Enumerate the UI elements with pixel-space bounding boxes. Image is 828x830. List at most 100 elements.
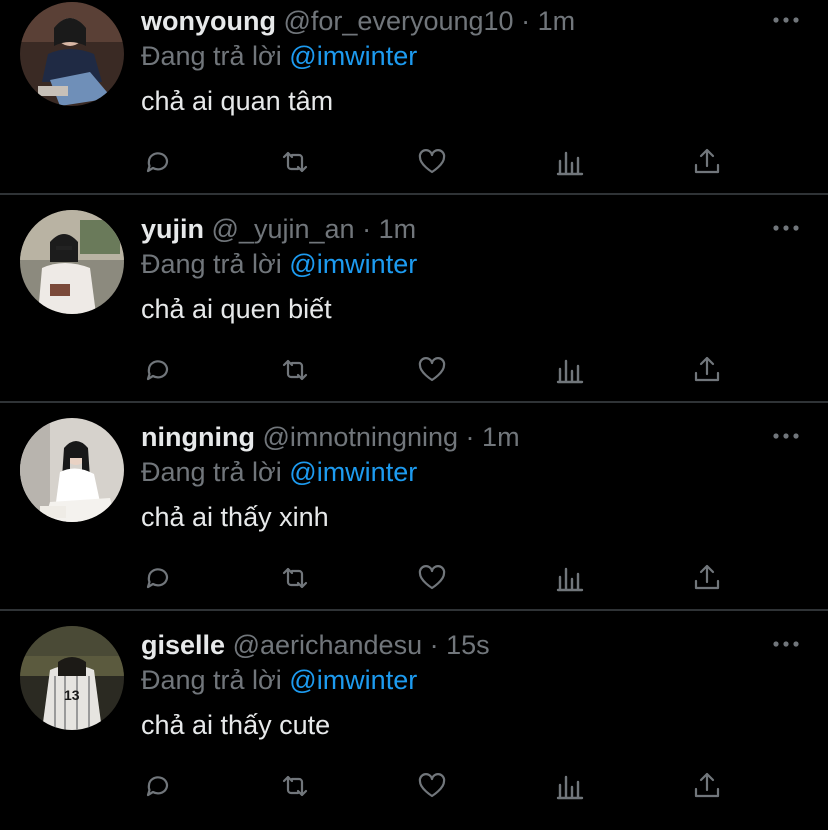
replying-to: Đang trả lời @imwinter bbox=[141, 455, 417, 489]
like-button[interactable] bbox=[415, 561, 449, 595]
like-icon bbox=[418, 565, 446, 590]
retweet-button[interactable] bbox=[278, 353, 312, 387]
retweet-icon bbox=[282, 567, 308, 589]
replying-to: Đang trả lời @imwinter bbox=[141, 247, 417, 281]
svg-text:13: 13 bbox=[64, 687, 80, 703]
action-bar bbox=[141, 145, 741, 179]
share-button[interactable] bbox=[690, 769, 724, 803]
action-bar bbox=[141, 769, 741, 803]
display-name[interactable]: giselle bbox=[141, 630, 225, 660]
analytics-icon bbox=[556, 359, 584, 384]
action-bar bbox=[141, 561, 741, 595]
handle[interactable]: @aerichandesu bbox=[233, 630, 423, 660]
replying-prefix: Đang trả lời bbox=[141, 457, 282, 487]
analytics-icon bbox=[556, 151, 584, 176]
reply-button[interactable] bbox=[141, 353, 175, 387]
like-button[interactable] bbox=[415, 145, 449, 179]
handle[interactable]: @_yujin_an bbox=[212, 214, 355, 244]
divider bbox=[0, 609, 828, 611]
share-button[interactable] bbox=[690, 353, 724, 387]
timestamp[interactable]: 15s bbox=[446, 630, 490, 660]
more-options-icon[interactable] bbox=[772, 428, 800, 444]
tweet-header: ningning @imnotningning · 1m bbox=[141, 420, 520, 454]
handle[interactable]: @for_everyoung10 bbox=[284, 6, 514, 36]
avatar[interactable]: 13 bbox=[20, 626, 124, 730]
tweet-text: chả ai thấy xinh bbox=[141, 502, 329, 532]
action-bar bbox=[141, 353, 741, 387]
like-icon bbox=[418, 773, 446, 798]
tweet[interactable]: yujin @_yujin_an · 1m Đang trả lời @imwi… bbox=[0, 208, 828, 414]
like-button[interactable] bbox=[415, 769, 449, 803]
analytics-button[interactable] bbox=[553, 561, 587, 595]
retweet-button[interactable] bbox=[278, 145, 312, 179]
tweet[interactable]: wonyoung @for_everyoung10 · 1m Đang trả … bbox=[0, 0, 828, 206]
reply-icon bbox=[146, 776, 169, 797]
share-button[interactable] bbox=[690, 561, 724, 595]
divider bbox=[0, 401, 828, 403]
avatar-photo bbox=[20, 2, 124, 106]
tweet-header: wonyoung @for_everyoung10 · 1m bbox=[141, 4, 575, 38]
more-options-icon[interactable] bbox=[772, 636, 800, 652]
replying-to: Đang trả lời @imwinter bbox=[141, 663, 417, 697]
separator: · bbox=[465, 422, 475, 452]
reply-icon bbox=[146, 360, 169, 381]
share-icon bbox=[694, 148, 720, 174]
replying-prefix: Đang trả lời bbox=[141, 249, 282, 279]
mention-link[interactable]: @imwinter bbox=[289, 249, 417, 279]
more-options-icon[interactable] bbox=[772, 12, 800, 28]
avatar-photo bbox=[20, 418, 124, 522]
analytics-button[interactable] bbox=[553, 145, 587, 179]
timestamp[interactable]: 1m bbox=[482, 422, 520, 452]
analytics-icon bbox=[556, 567, 584, 592]
analytics-button[interactable] bbox=[553, 769, 587, 803]
mention-link[interactable]: @imwinter bbox=[289, 41, 417, 71]
handle[interactable]: @imnotningning bbox=[262, 422, 458, 452]
tweet-text: chả ai quan tâm bbox=[141, 86, 334, 116]
timestamp[interactable]: 1m bbox=[538, 6, 576, 36]
share-icon bbox=[694, 772, 720, 798]
replying-prefix: Đang trả lời bbox=[141, 665, 282, 695]
retweet-button[interactable] bbox=[278, 561, 312, 595]
tweet-text: chả ai quen biết bbox=[141, 294, 332, 324]
replying-to: Đang trả lời @imwinter bbox=[141, 39, 417, 73]
retweet-button[interactable] bbox=[278, 769, 312, 803]
reply-button[interactable] bbox=[141, 145, 175, 179]
share-button[interactable] bbox=[690, 145, 724, 179]
display-name[interactable]: ningning bbox=[141, 422, 255, 452]
tweet-header: giselle @aerichandesu · 15s bbox=[141, 628, 490, 662]
display-name[interactable]: wonyoung bbox=[141, 6, 276, 36]
timestamp[interactable]: 1m bbox=[379, 214, 417, 244]
avatar[interactable] bbox=[20, 418, 124, 522]
share-icon bbox=[694, 356, 720, 382]
share-icon bbox=[694, 564, 720, 590]
retweet-icon bbox=[282, 151, 308, 173]
retweet-icon bbox=[282, 359, 308, 381]
separator: · bbox=[429, 630, 439, 660]
separator: · bbox=[362, 214, 372, 244]
like-button[interactable] bbox=[415, 353, 449, 387]
avatar[interactable] bbox=[20, 2, 124, 106]
reply-button[interactable] bbox=[141, 561, 175, 595]
separator: · bbox=[521, 6, 531, 36]
more-options-icon[interactable] bbox=[772, 220, 800, 236]
divider bbox=[0, 193, 828, 195]
avatar-photo: 13 bbox=[20, 626, 124, 730]
like-icon bbox=[418, 357, 446, 382]
analytics-icon bbox=[556, 775, 584, 800]
mention-link[interactable]: @imwinter bbox=[289, 457, 417, 487]
mention-link[interactable]: @imwinter bbox=[289, 665, 417, 695]
replying-prefix: Đang trả lời bbox=[141, 41, 282, 71]
tweet-header: yujin @_yujin_an · 1m bbox=[141, 212, 416, 246]
analytics-button[interactable] bbox=[553, 353, 587, 387]
like-icon bbox=[418, 149, 446, 174]
display-name[interactable]: yujin bbox=[141, 214, 204, 244]
tweet-text: chả ai thấy cute bbox=[141, 710, 331, 740]
reply-icon bbox=[146, 568, 169, 589]
reply-icon bbox=[146, 152, 169, 173]
avatar[interactable] bbox=[20, 210, 124, 314]
reply-button[interactable] bbox=[141, 769, 175, 803]
retweet-icon bbox=[282, 775, 308, 797]
tweet[interactable]: ningning @imnotningning · 1m Đang trả lờ… bbox=[0, 416, 828, 622]
tweet[interactable]: 13 giselle @aerichandesu · 15s Đang trả … bbox=[0, 624, 828, 830]
avatar-photo bbox=[20, 210, 124, 314]
